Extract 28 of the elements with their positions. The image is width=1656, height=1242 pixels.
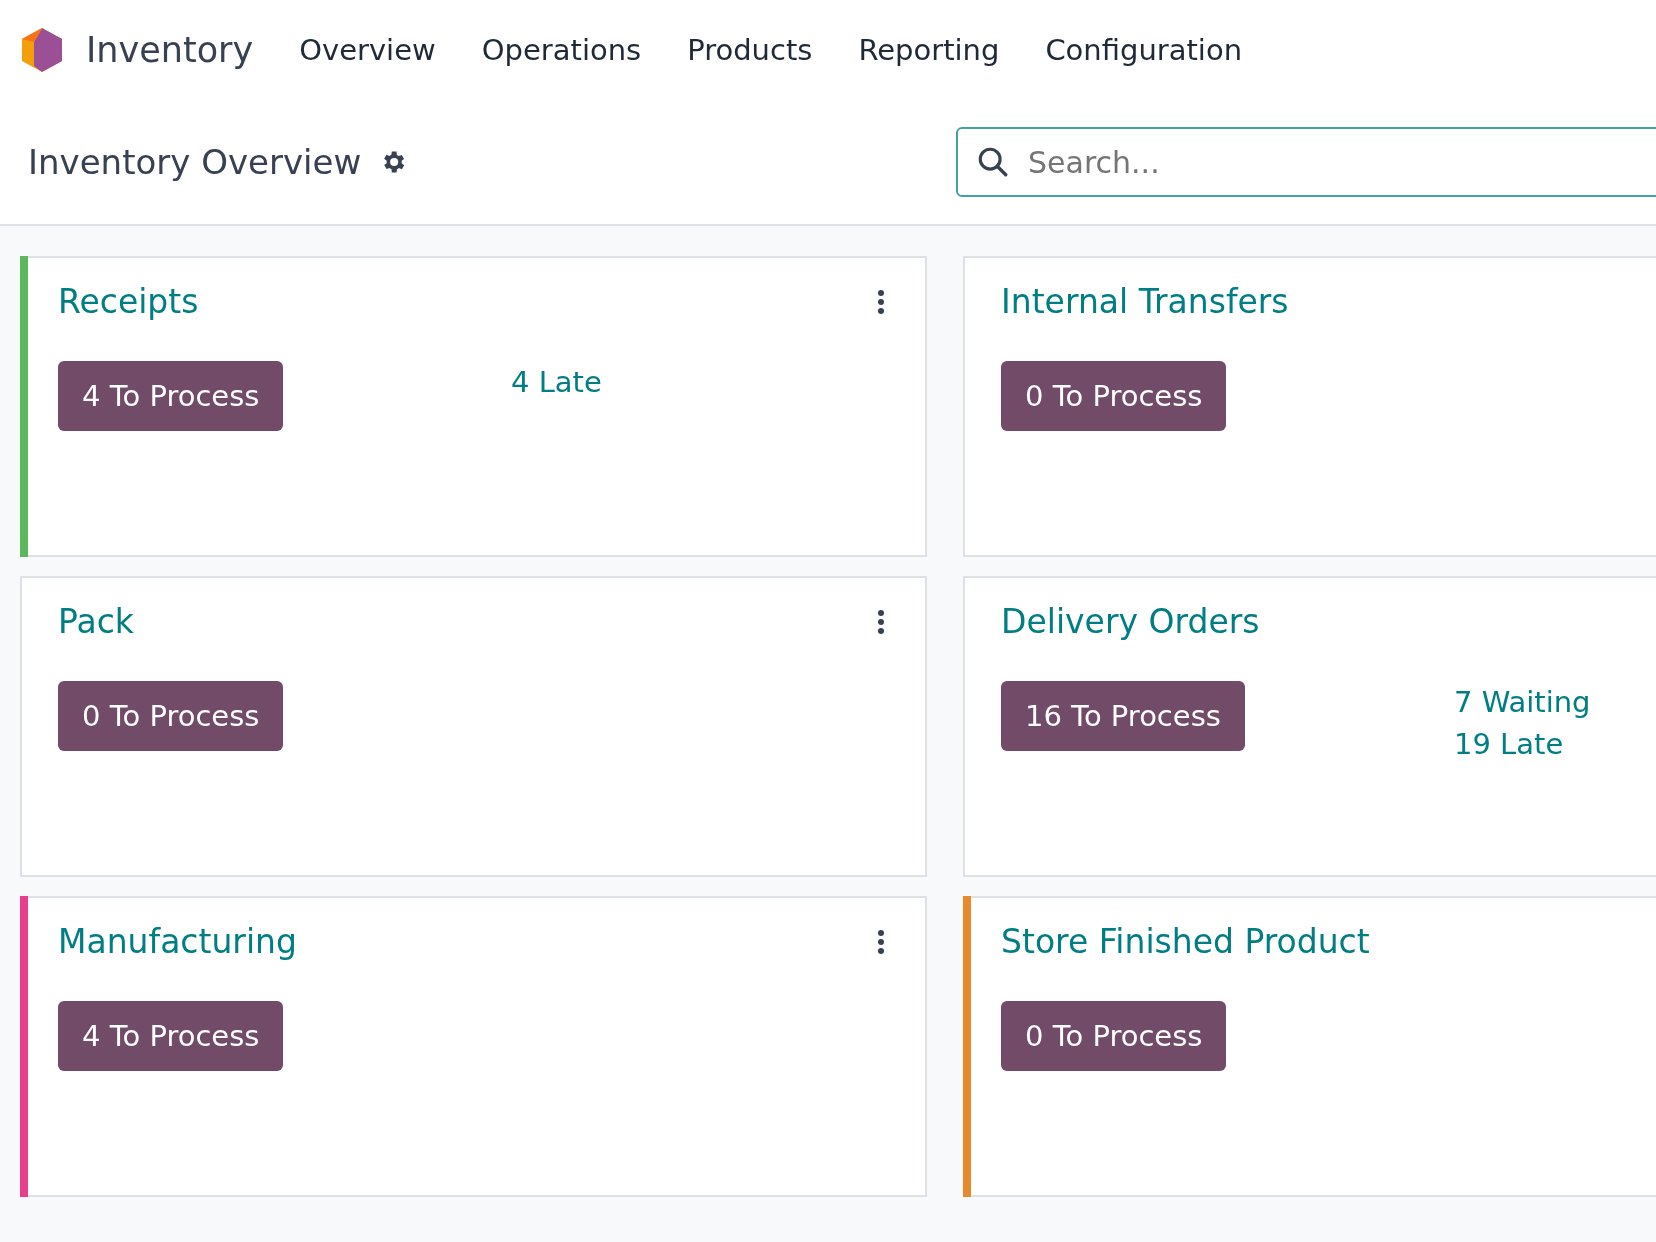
app-name[interactable]: Inventory	[86, 30, 254, 70]
to-process-button[interactable]: 4 To Process	[58, 361, 284, 431]
card-title[interactable]: Internal Transfers	[1001, 282, 1289, 321]
menu-item[interactable]: Overview	[299, 33, 436, 67]
card-title[interactable]: Manufacturing	[58, 922, 297, 961]
menu-item[interactable]: Products	[687, 33, 813, 67]
card-title[interactable]: Receipts	[58, 282, 199, 321]
to-process-button[interactable]: 4 To Process	[58, 1001, 284, 1071]
menu-item[interactable]: Reporting	[858, 33, 1000, 67]
card-title[interactable]: Pack	[58, 602, 134, 641]
search-field[interactable]: Search...	[956, 127, 1656, 197]
app-logo-icon[interactable]	[20, 26, 64, 74]
to-process-button[interactable]: 0 To Process	[1001, 361, 1227, 431]
kebab-menu-icon[interactable]	[877, 288, 885, 315]
card-title[interactable]: Delivery Orders	[1001, 602, 1260, 641]
to-process-button[interactable]: 16 To Process	[1001, 681, 1245, 751]
status-link[interactable]: 7 Waiting	[1454, 685, 1591, 719]
search-icon	[976, 145, 1010, 179]
card-title[interactable]: Store Finished Product	[1001, 922, 1370, 961]
status-link[interactable]: 4 Late	[511, 365, 602, 399]
page-title: Inventory Overview	[28, 142, 362, 182]
menu-item[interactable]: Configuration	[1045, 33, 1243, 67]
kebab-menu-icon[interactable]	[877, 928, 885, 955]
menu-item[interactable]: Operations	[481, 33, 642, 67]
status-link[interactable]: 19 Late	[1454, 727, 1591, 761]
to-process-button[interactable]: 0 To Process	[1001, 1001, 1227, 1071]
to-process-button[interactable]: 0 To Process	[58, 681, 284, 751]
kebab-menu-icon[interactable]	[877, 608, 885, 635]
